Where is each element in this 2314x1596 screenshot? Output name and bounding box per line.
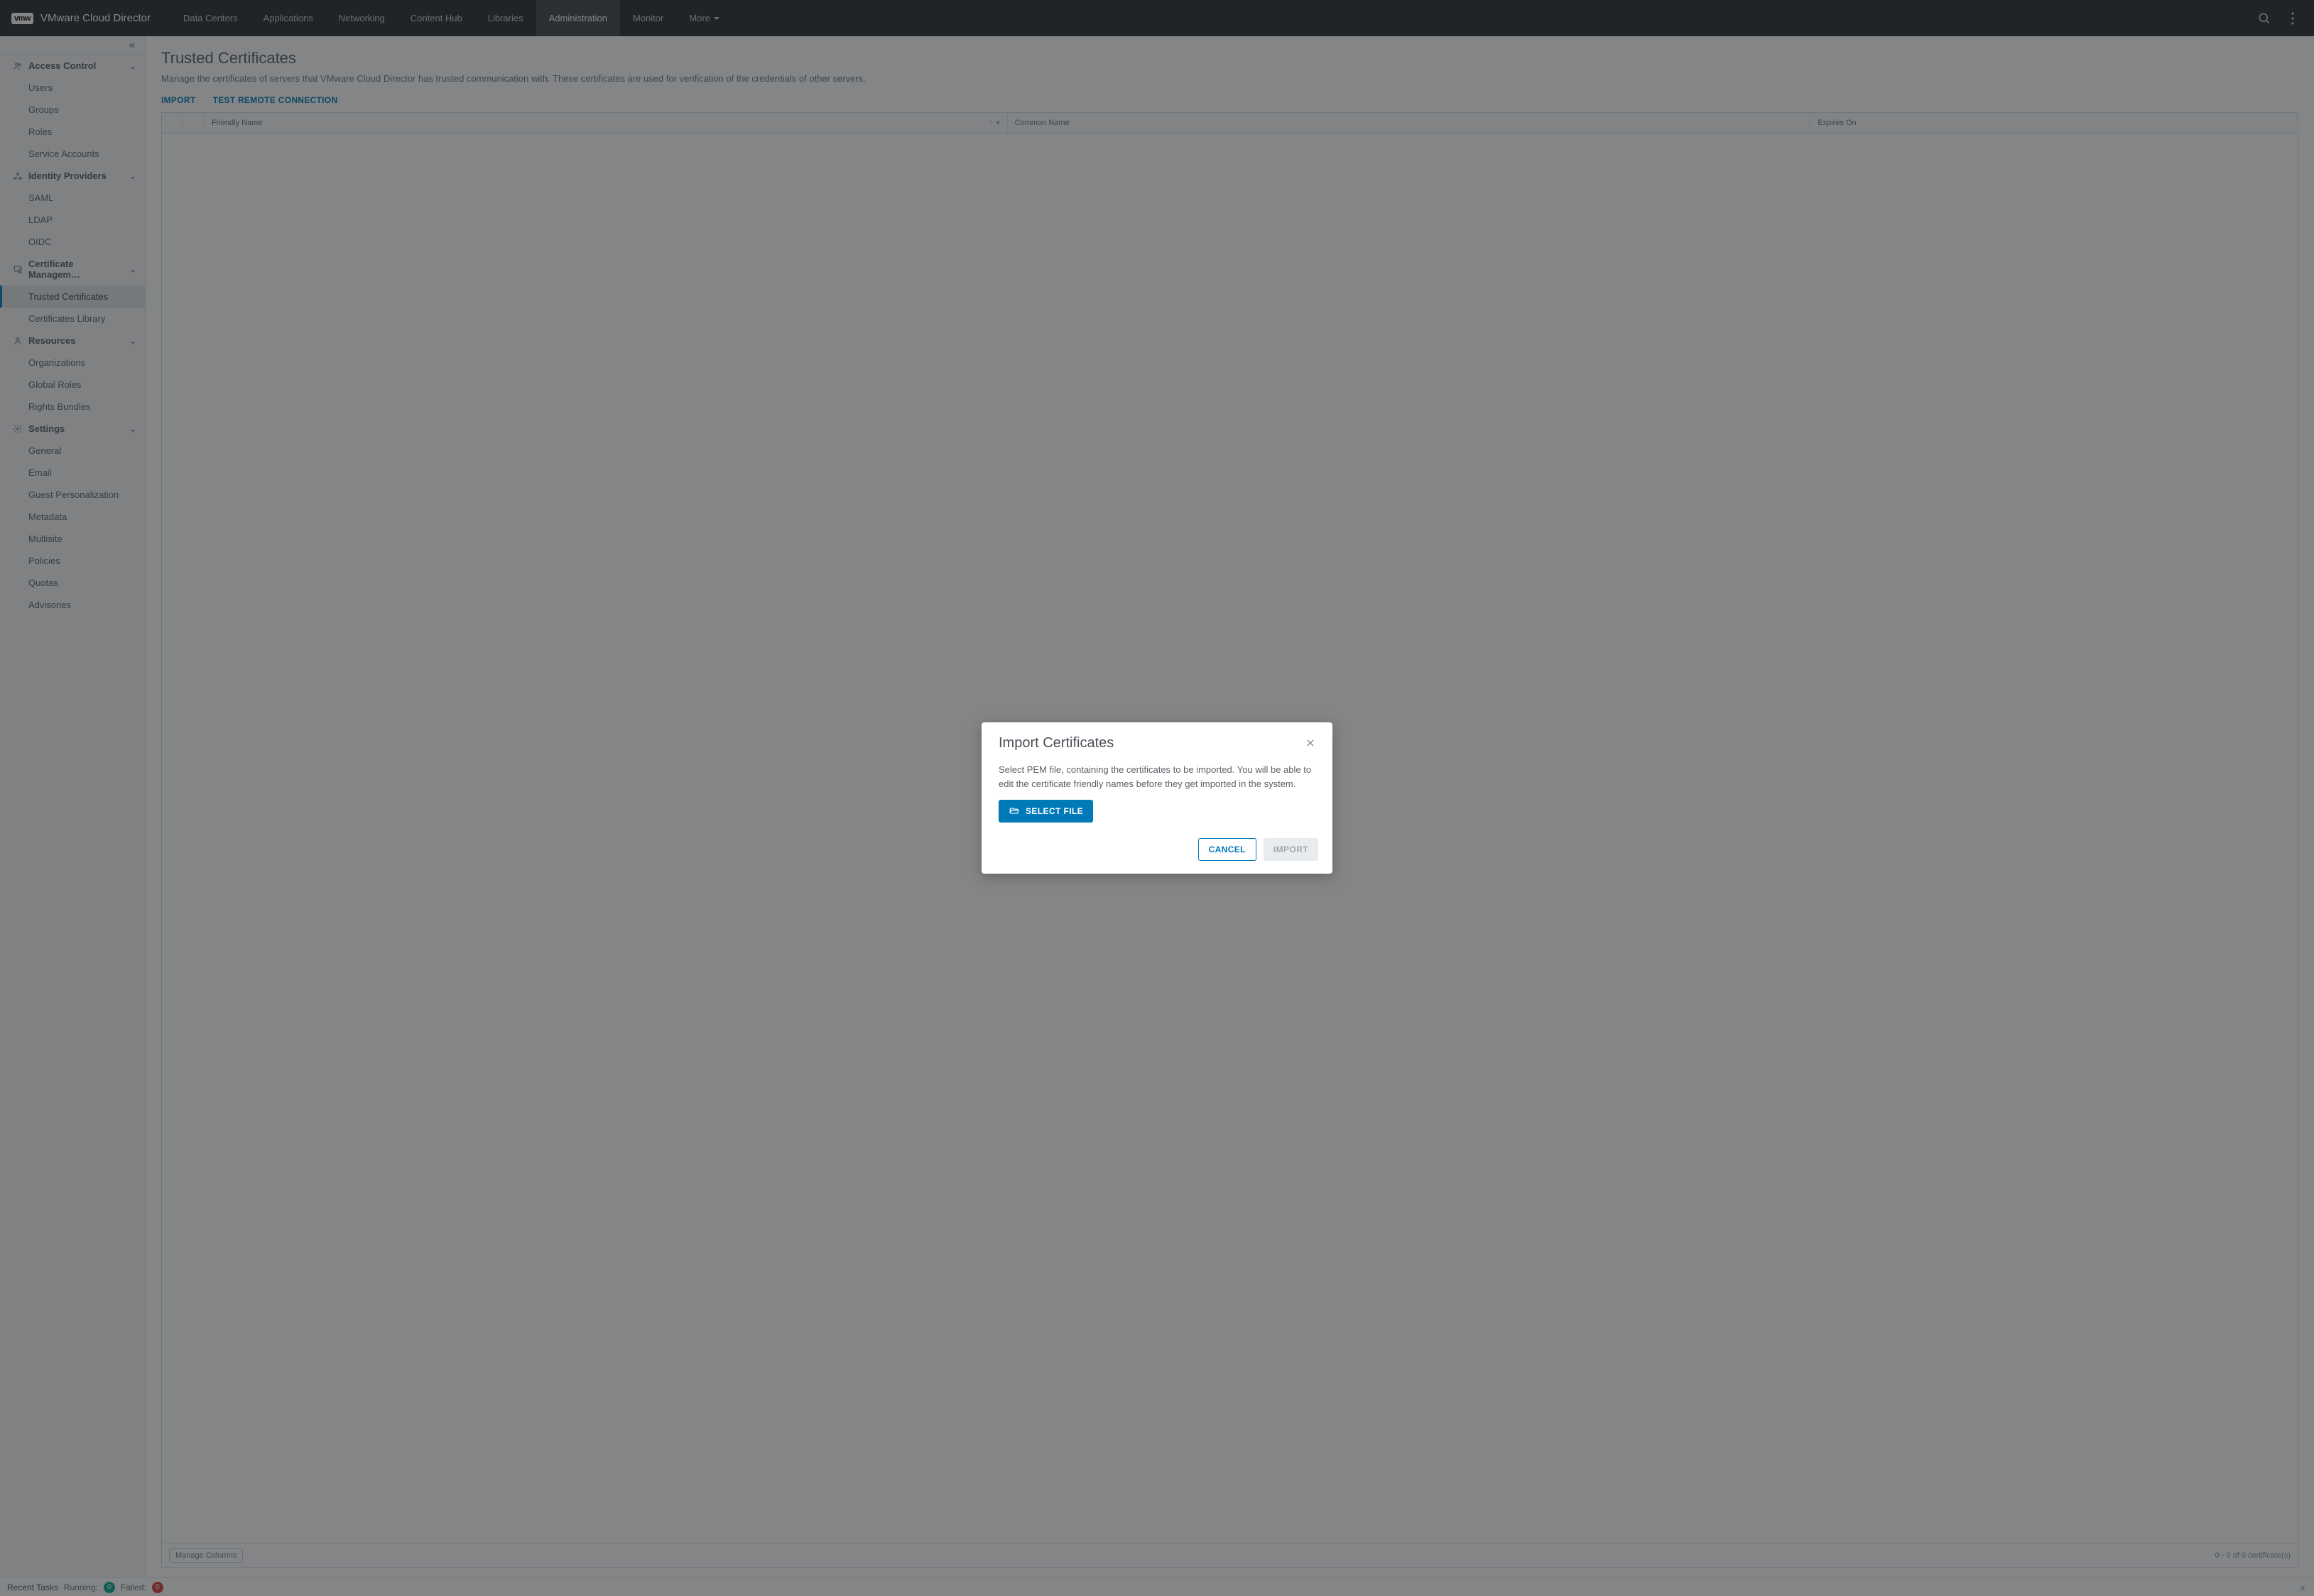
modal-overlay: Import Certificates Select PEM file, con… (0, 0, 2314, 1596)
select-file-label: SELECT FILE (1026, 806, 1083, 816)
folder-open-icon (1009, 806, 1020, 816)
import-certificates-dialog: Import Certificates Select PEM file, con… (982, 722, 1332, 874)
modal-description: Select PEM file, containing the certific… (999, 763, 1315, 791)
import-button[interactable]: IMPORT (1264, 838, 1318, 861)
cancel-button[interactable]: CANCEL (1198, 838, 1256, 861)
close-icon[interactable] (1305, 738, 1315, 748)
select-file-button[interactable]: SELECT FILE (999, 800, 1093, 823)
modal-title: Import Certificates (999, 735, 1114, 751)
